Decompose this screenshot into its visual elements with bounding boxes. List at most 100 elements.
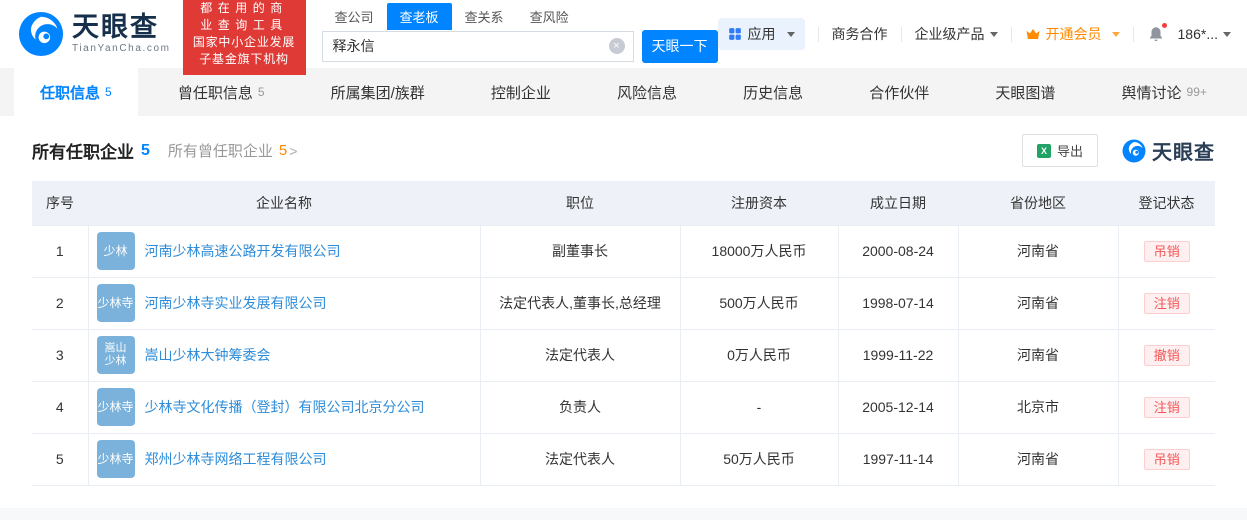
capital-cell: 18000万人民币 bbox=[680, 225, 838, 277]
menu-vip[interactable]: 开通会员 bbox=[1025, 24, 1120, 44]
table-row: 4 少林寺 少林寺文化传播（登封）有限公司北京分公司 负责人 - 2005-12… bbox=[32, 381, 1215, 433]
date-cell: 2005-12-14 bbox=[838, 381, 958, 433]
user-phone-menu[interactable]: 186*... bbox=[1178, 26, 1231, 42]
former-positions-link[interactable]: 所有曾任职企业 5 > bbox=[168, 140, 298, 161]
position-cell: 副董事长 bbox=[480, 225, 680, 277]
tab-history-info[interactable]: 历史信息 bbox=[717, 68, 829, 116]
col-capital: 注册资本 bbox=[680, 181, 838, 225]
tab-label: 历史信息 bbox=[743, 82, 803, 103]
apps-menu[interactable]: 应用 bbox=[718, 18, 805, 50]
tab-graph[interactable]: 天眼图谱 bbox=[969, 68, 1081, 116]
status-badge: 注销 bbox=[1144, 293, 1190, 314]
col-position: 职位 bbox=[480, 181, 680, 225]
company-link[interactable]: 河南少林高速公路开发有限公司 bbox=[145, 241, 341, 261]
tab-label: 合作伙伴 bbox=[869, 82, 929, 103]
table-header-row: 序号 企业名称 职位 注册资本 成立日期 省份地区 登记状态 bbox=[32, 181, 1215, 225]
notification-dot bbox=[1161, 22, 1168, 29]
region-cell: 河南省 bbox=[958, 277, 1118, 329]
row-index: 2 bbox=[32, 277, 88, 329]
date-cell: 1998-07-14 bbox=[838, 277, 958, 329]
search-tab-relation[interactable]: 查关系 bbox=[452, 3, 517, 30]
section-title-count: 5 bbox=[141, 142, 150, 160]
capital-cell: - bbox=[680, 381, 838, 433]
logo-title: 天眼查 bbox=[72, 14, 171, 41]
position-cell: 法定代表人 bbox=[480, 433, 680, 485]
chevron-down-icon bbox=[1223, 32, 1231, 37]
tab-positions[interactable]: 任职信息5 bbox=[14, 68, 138, 116]
table-row: 3 嵩山 少林 嵩山少林大钟筹委会 法定代表人 0万人民币 1999-11-22… bbox=[32, 329, 1215, 381]
divider bbox=[818, 27, 819, 42]
tab-label: 曾任职信息 bbox=[178, 82, 253, 103]
avatar-text: 少林 bbox=[105, 355, 127, 368]
tianyancha-logo-icon bbox=[18, 11, 64, 57]
search-tab-boss[interactable]: 查老板 bbox=[387, 3, 452, 30]
tab-label: 所属集团/族群 bbox=[331, 82, 425, 103]
capital-cell: 0万人民币 bbox=[680, 329, 838, 381]
company-link[interactable]: 少林寺文化传播（登封）有限公司北京分公司 bbox=[145, 397, 425, 417]
notification-bell[interactable] bbox=[1147, 25, 1165, 43]
position-cell: 法定代表人,董事长,总经理 bbox=[480, 277, 680, 329]
search-area: 查公司 查老板 查关系 查风险 × 天眼一下 bbox=[322, 6, 718, 63]
export-label: 导出 bbox=[1057, 141, 1083, 160]
footer-strip bbox=[0, 508, 1247, 520]
company-avatar: 少林寺 bbox=[97, 440, 135, 478]
promo-banner: 都在用的商业查询工具 国家中小企业发展子基金旗下机构 bbox=[183, 0, 306, 75]
former-positions-count: 5 bbox=[279, 142, 287, 159]
tab-label: 天眼图谱 bbox=[995, 82, 1055, 103]
positions-table: 序号 企业名称 职位 注册资本 成立日期 省份地区 登记状态 1 少林 河南少林… bbox=[32, 181, 1215, 486]
col-company: 企业名称 bbox=[88, 181, 480, 225]
promo-banner-line1: 都在用的商业查询工具 bbox=[193, 0, 296, 34]
export-button[interactable]: X 导出 bbox=[1022, 134, 1098, 167]
chevron-down-icon bbox=[787, 32, 795, 37]
region-cell: 北京市 bbox=[958, 381, 1118, 433]
tab-partners[interactable]: 合作伙伴 bbox=[843, 68, 955, 116]
company-link[interactable]: 郑州少林寺网络工程有限公司 bbox=[145, 449, 327, 469]
col-index: 序号 bbox=[32, 181, 88, 225]
tab-label: 舆情讨论 bbox=[1122, 82, 1182, 103]
tab-count: 99+ bbox=[1187, 85, 1207, 99]
clear-search-icon[interactable]: × bbox=[609, 38, 625, 54]
company-link[interactable]: 河南少林寺实业发展有限公司 bbox=[145, 293, 327, 313]
tab-risk-info[interactable]: 风险信息 bbox=[591, 68, 703, 116]
region-cell: 河南省 bbox=[958, 329, 1118, 381]
table-row: 2 少林寺 河南少林寺实业发展有限公司 法定代表人,董事长,总经理 500万人民… bbox=[32, 277, 1215, 329]
col-date: 成立日期 bbox=[838, 181, 958, 225]
menu-enterprise-products[interactable]: 企业级产品 bbox=[915, 24, 998, 44]
search-tab-risk[interactable]: 查风险 bbox=[517, 3, 582, 30]
tab-public-opinion[interactable]: 舆情讨论 99+ bbox=[1096, 68, 1233, 116]
tab-controlled-companies[interactable]: 控制企业 bbox=[465, 68, 577, 116]
table-row: 1 少林 河南少林高速公路开发有限公司 副董事长 18000万人民币 2000-… bbox=[32, 225, 1215, 277]
divider bbox=[1011, 27, 1012, 42]
tianyancha-logo[interactable]: 天眼查 TianYanCha.com bbox=[18, 11, 171, 57]
tab-group[interactable]: 所属集团/族群 bbox=[305, 68, 451, 116]
tianyancha-watermark-icon bbox=[1122, 139, 1146, 163]
col-status: 登记状态 bbox=[1118, 181, 1215, 225]
date-cell: 1997-11-14 bbox=[838, 433, 958, 485]
former-positions-label: 所有曾任职企业 bbox=[168, 140, 273, 161]
app-grid-icon bbox=[728, 27, 742, 41]
excel-icon: X bbox=[1037, 144, 1051, 158]
capital-cell: 50万人民币 bbox=[680, 433, 838, 485]
position-cell: 负责人 bbox=[480, 381, 680, 433]
avatar-text: 少林寺 bbox=[97, 400, 133, 414]
region-cell: 河南省 bbox=[958, 433, 1118, 485]
row-index: 1 bbox=[32, 225, 88, 277]
tab-former-positions[interactable]: 曾任职信息5 bbox=[152, 68, 291, 116]
avatar-text: 少林寺 bbox=[97, 296, 133, 310]
watermark-title: 天眼查 bbox=[1152, 136, 1215, 165]
company-avatar: 少林 bbox=[97, 232, 135, 270]
search-button[interactable]: 天眼一下 bbox=[642, 30, 718, 63]
menu-business-cooperation[interactable]: 商务合作 bbox=[832, 24, 888, 44]
status-badge: 吊销 bbox=[1144, 449, 1190, 470]
search-input[interactable] bbox=[322, 31, 634, 62]
search-tab-company[interactable]: 查公司 bbox=[322, 3, 387, 30]
enterprise-label: 企业级产品 bbox=[915, 26, 985, 42]
section-head: 所有任职企业 5 所有曾任职企业 5 > X 导出 天眼查 bbox=[32, 134, 1215, 167]
avatar-text: 少林 bbox=[103, 244, 127, 258]
tianyancha-watermark: 天眼查 bbox=[1122, 136, 1215, 165]
company-link[interactable]: 嵩山少林大钟筹委会 bbox=[145, 345, 271, 365]
top-header: 天眼查 TianYanCha.com 都在用的商业查询工具 国家中小企业发展子基… bbox=[0, 0, 1247, 68]
vip-label: 开通会员 bbox=[1046, 24, 1102, 44]
col-region: 省份地区 bbox=[958, 181, 1118, 225]
apps-menu-label: 应用 bbox=[748, 24, 776, 44]
